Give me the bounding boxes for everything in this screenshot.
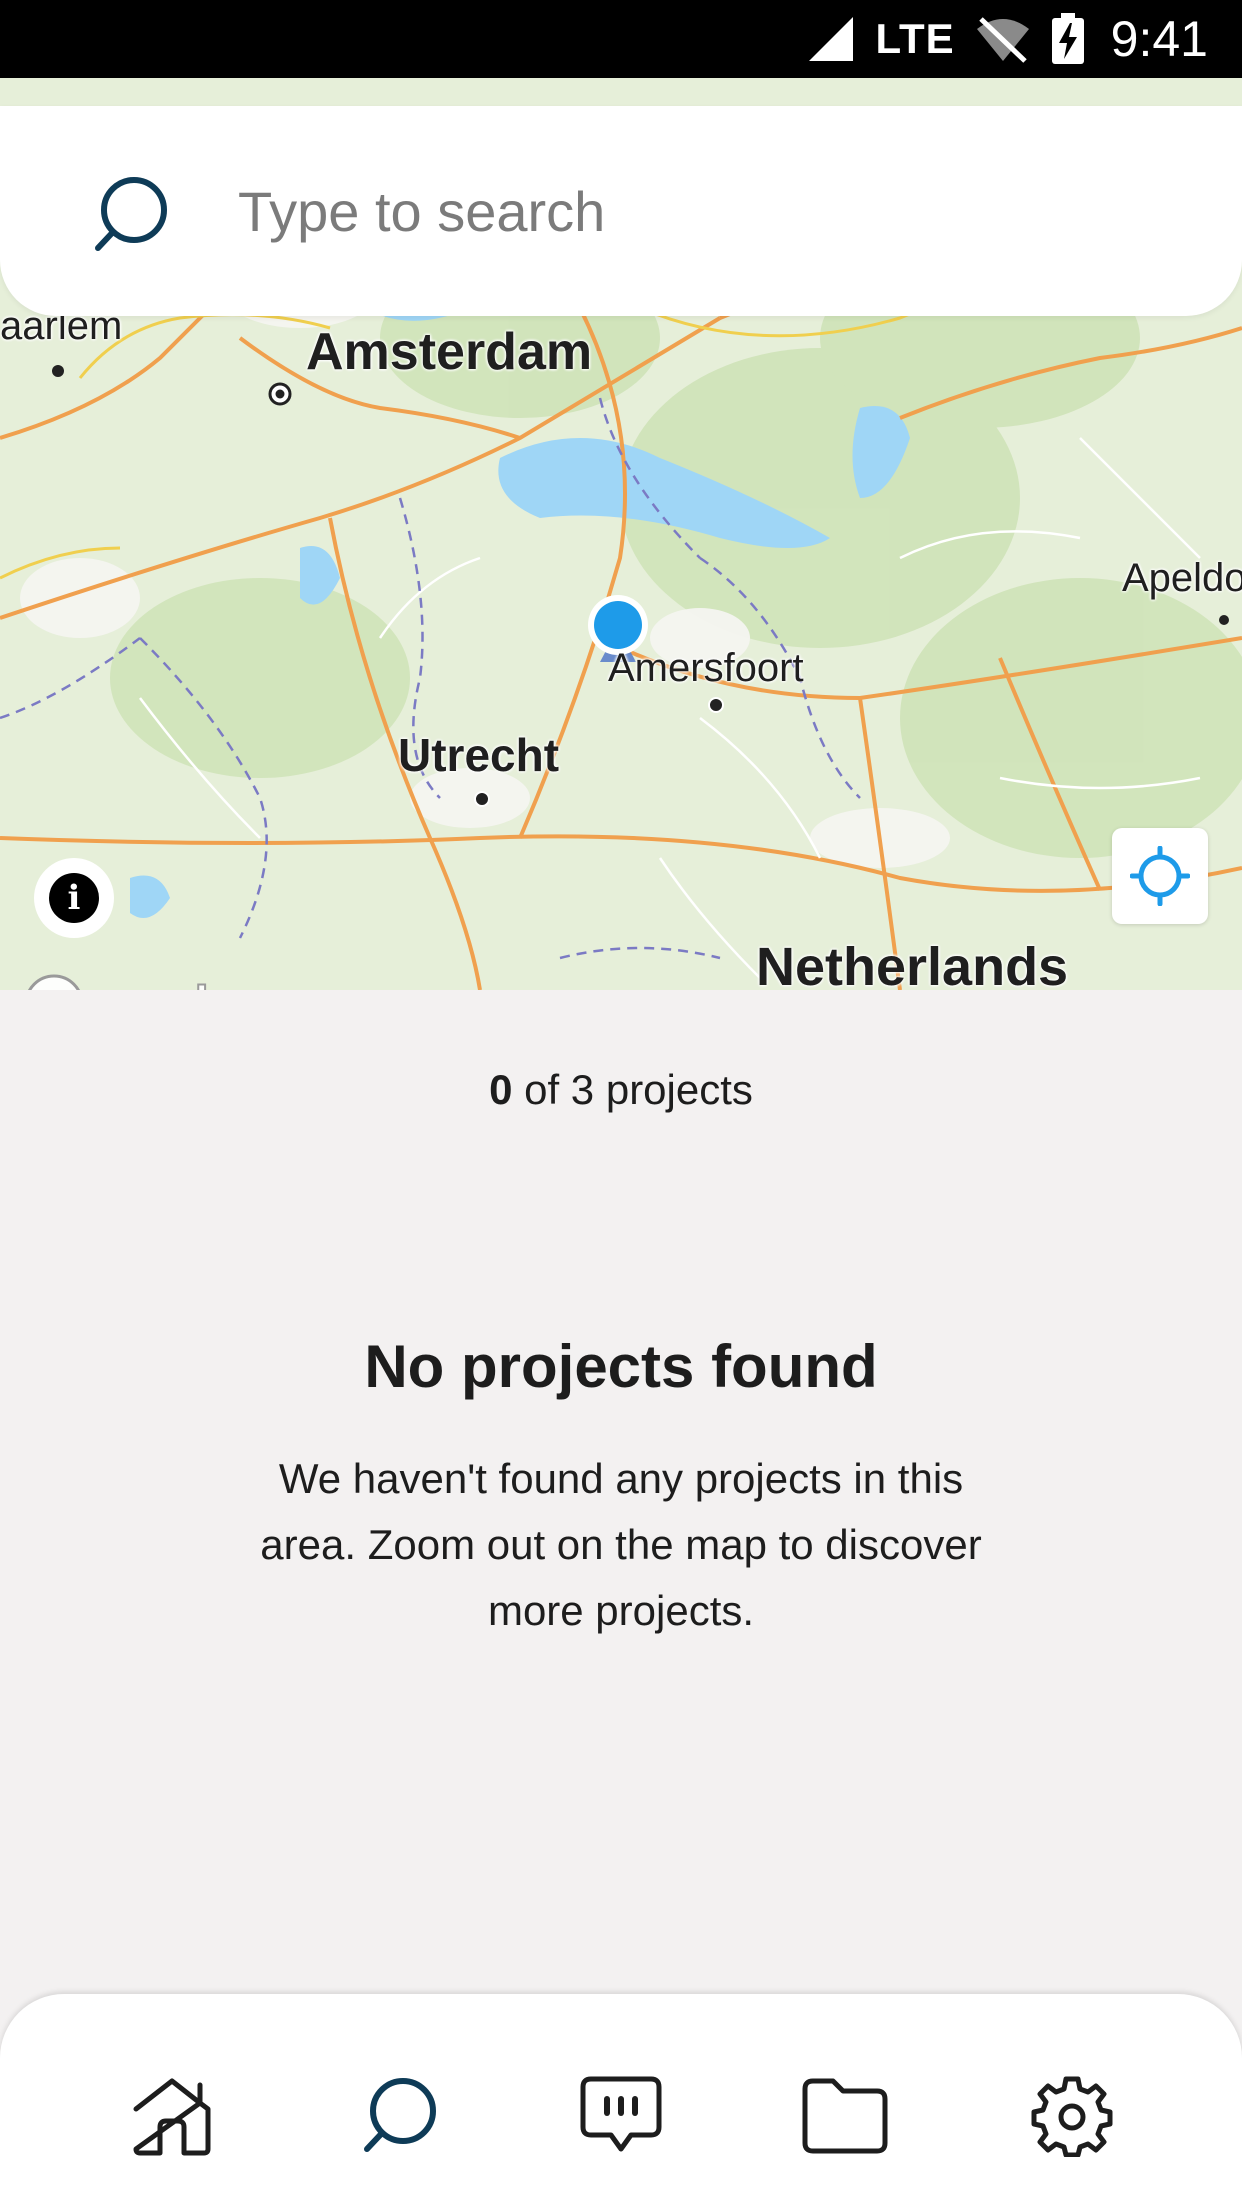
empty-state-title: No projects found	[364, 1333, 878, 1400]
mapbox-attribution: mapbox	[91, 975, 285, 990]
nav-home[interactable]	[117, 2060, 227, 2170]
nav-projects[interactable]	[790, 2060, 900, 2170]
project-count-suffix: of 3 projects	[512, 1066, 753, 1113]
status-icons: LTE 9:41	[807, 0, 1208, 78]
search-icon	[364, 2078, 436, 2152]
info-icon: i	[49, 873, 99, 923]
map-info-button[interactable]: i	[34, 858, 114, 938]
mapbox-compass-icon	[28, 974, 80, 990]
map-label-netherlands: Netherlands	[756, 937, 1069, 990]
network-type: LTE	[875, 15, 955, 62]
clock: 9:41	[1110, 11, 1208, 67]
search-input[interactable]	[236, 156, 1196, 266]
folder-icon	[802, 2078, 888, 2154]
home-icon	[133, 2078, 211, 2156]
crosshair-icon	[1130, 846, 1190, 906]
map-label-apeldoorn: Apeldo	[1122, 556, 1242, 600]
nav-search[interactable]	[344, 2060, 454, 2170]
empty-state-message: We haven't found any projects in this ar…	[260, 1455, 982, 1634]
project-count-shown: 0	[489, 1066, 513, 1113]
map-label-amsterdam: Amsterdam	[306, 323, 593, 381]
search-icon	[95, 177, 167, 251]
map-label-amersfoort: Amersfoort	[608, 646, 804, 690]
search-bar	[0, 106, 1242, 316]
gear-icon	[1031, 2076, 1113, 2157]
mapbox-logo[interactable]: mapbox	[22, 972, 285, 990]
project-count: 0 of 3 projects	[0, 1066, 1242, 1114]
locate-me-button[interactable]	[1112, 828, 1208, 924]
battery-charging-icon	[1051, 13, 1084, 64]
cellular-signal-icon	[809, 17, 854, 61]
nav-settings[interactable]	[1017, 2060, 1127, 2170]
chat-icon	[580, 2076, 662, 2152]
map-label-utrecht: Utrecht	[398, 729, 560, 781]
nav-messages[interactable]	[566, 2060, 676, 2170]
bottom-navigation	[0, 1994, 1242, 2208]
wifi-off-icon	[976, 17, 1029, 63]
status-bar: LTE 9:41	[0, 0, 1242, 78]
